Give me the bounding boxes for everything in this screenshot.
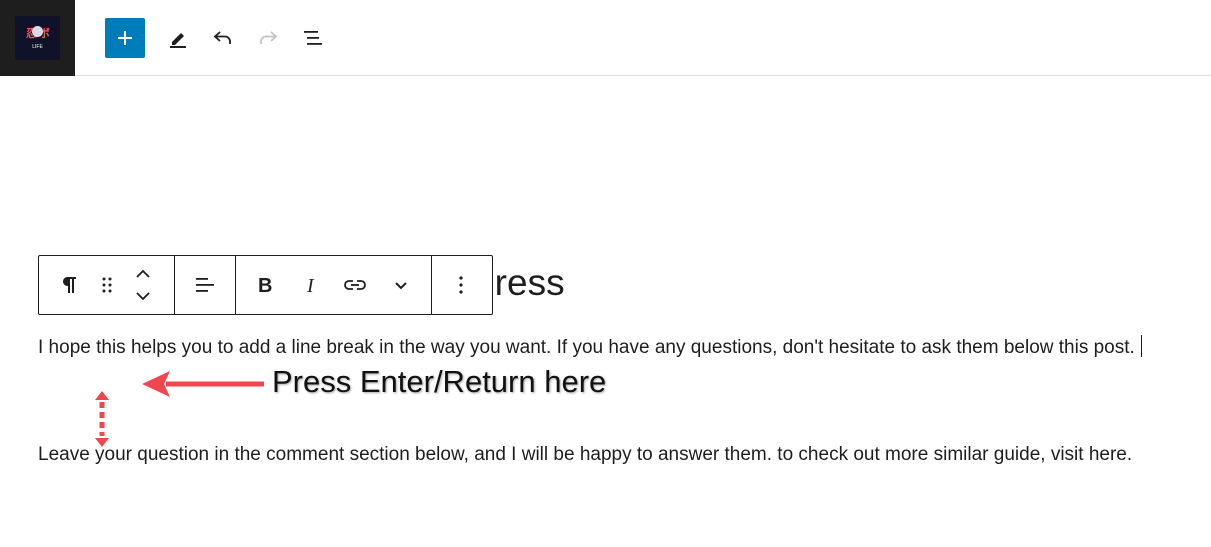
site-logo-area[interactable]: 忍 ボ LIFE xyxy=(0,0,75,76)
list-view-icon xyxy=(304,31,322,45)
toolbar-divider xyxy=(174,256,175,314)
paragraph-icon xyxy=(62,277,76,293)
align-left-icon xyxy=(196,278,214,292)
chevron-down-icon xyxy=(395,282,407,290)
editor-top-toolbar: 忍 ボ LIFE xyxy=(0,0,1211,76)
paragraph-block-1[interactable]: I hope this helps you to add a line brea… xyxy=(38,330,1188,366)
redo-icon xyxy=(260,31,278,44)
annotation-arrow-icon xyxy=(142,371,264,397)
block-toolbar: B I xyxy=(38,255,493,315)
more-rich-text-button[interactable] xyxy=(383,265,419,305)
move-up-down-icon xyxy=(136,269,150,301)
annotation-line-break-arrow-icon xyxy=(95,391,109,447)
site-logo-subtext: LIFE xyxy=(32,44,43,50)
italic-button[interactable]: I xyxy=(293,265,329,305)
block-options-button[interactable] xyxy=(443,265,479,305)
block-type-button[interactable] xyxy=(51,265,87,305)
drag-handle[interactable] xyxy=(89,265,125,305)
paragraph-block-2[interactable]: Leave your question in the comment secti… xyxy=(38,437,1188,473)
plus-icon xyxy=(118,31,132,45)
annotation-label: Press Enter/Return here xyxy=(272,364,607,399)
italic-icon: I xyxy=(306,275,315,296)
svg-text:I: I xyxy=(306,275,315,296)
toolbar-divider xyxy=(431,256,432,314)
move-block-buttons[interactable] xyxy=(125,265,161,305)
undo-button[interactable] xyxy=(203,18,243,58)
tools-button[interactable] xyxy=(158,18,198,58)
link-button[interactable] xyxy=(337,265,373,305)
site-logo[interactable]: 忍 ボ LIFE xyxy=(15,16,60,60)
align-button[interactable] xyxy=(187,265,223,305)
redo-button[interactable] xyxy=(248,18,288,58)
site-logo-mascot-icon xyxy=(32,26,43,37)
bold-button[interactable]: B xyxy=(247,265,283,305)
svg-text:B: B xyxy=(258,275,272,296)
link-icon xyxy=(344,280,366,290)
bold-icon: B xyxy=(258,275,272,296)
drag-handle-icon xyxy=(102,277,112,293)
toolbar-divider xyxy=(235,256,236,314)
text-caret xyxy=(1140,335,1142,357)
pencil-icon xyxy=(170,33,186,48)
document-overview-button[interactable] xyxy=(293,18,333,58)
undo-icon xyxy=(213,31,231,44)
add-block-button[interactable] xyxy=(105,18,145,58)
paragraph-text: I hope this helps you to add a line brea… xyxy=(38,337,1135,358)
ellipsis-vertical-icon xyxy=(459,276,463,294)
